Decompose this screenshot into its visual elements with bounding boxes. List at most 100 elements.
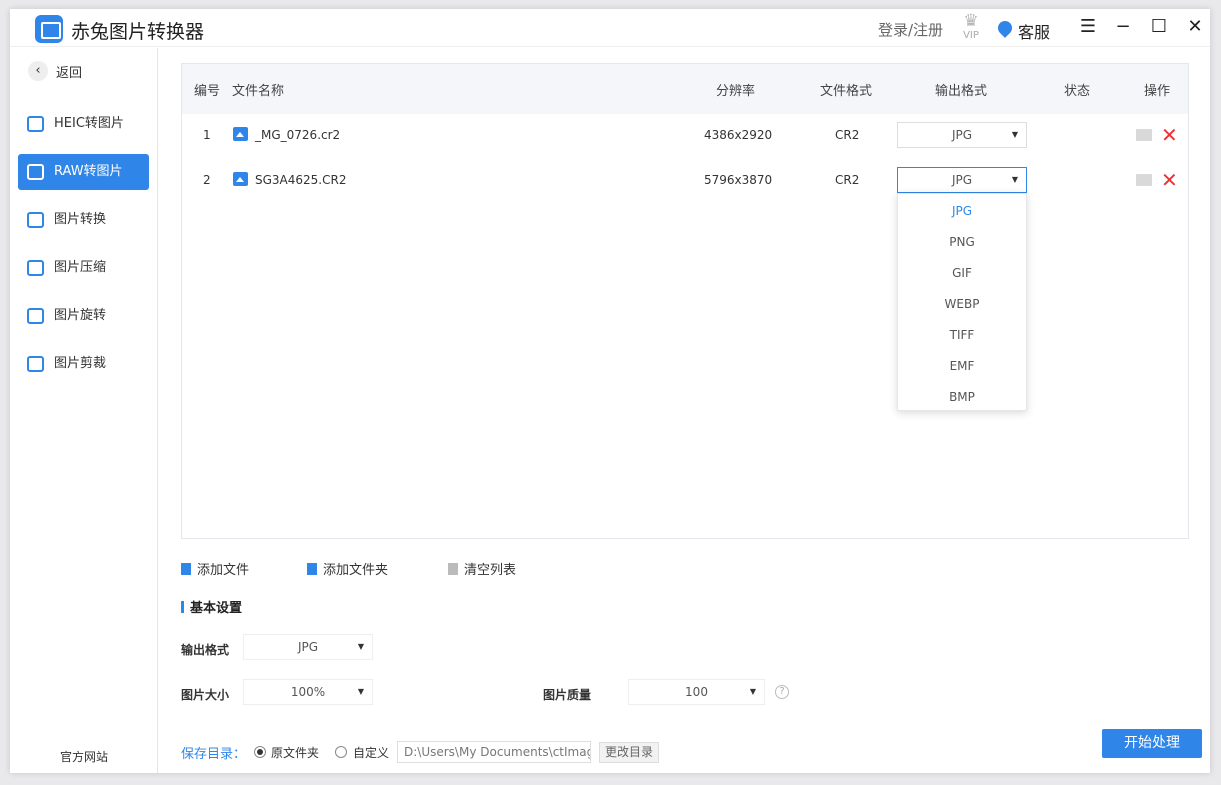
image-size-label: 图片大小: [181, 688, 230, 702]
dropdown-option-png[interactable]: PNG: [898, 227, 1026, 258]
select-value: 100%: [290, 685, 326, 699]
sidebar-item-crop[interactable]: 图片剪裁: [18, 346, 149, 382]
add-file-button[interactable]: 添加文件: [181, 559, 249, 579]
row-output-select[interactable]: JPG ▼: [897, 167, 1027, 193]
sidebar-item-compress[interactable]: 图片压缩: [18, 250, 149, 286]
row-resolution: 5796x3870: [704, 173, 773, 187]
image-convert-icon: [27, 212, 44, 228]
delete-icon[interactable]: ✕: [1161, 168, 1178, 192]
row-output-select[interactable]: JPG ▼: [897, 122, 1027, 148]
save-path-input[interactable]: D:\Users\My Documents\ctImageC: [397, 741, 591, 763]
add-folder-icon: [307, 563, 317, 575]
select-value: 100: [685, 685, 708, 699]
table-row[interactable]: 2 SG3A4625.CR2 5796x3870 CR2 JPG ▼ ✕: [182, 159, 1188, 203]
heic-icon: [27, 116, 44, 132]
image-quality-label: 图片质量: [543, 688, 592, 702]
compress-icon: [27, 260, 44, 276]
select-value: JPG: [951, 128, 973, 142]
clear-list-button[interactable]: 清空列表: [448, 559, 516, 579]
table-row[interactable]: 1 _MG_0726.cr2 4386x2920 CR2 JPG ▼ ✕: [182, 114, 1188, 158]
sidebar: ‹ 返回 HEIC转图片 RAW转图片 图片转换 图片压缩 图片旋转 图片剪裁 官…: [10, 48, 158, 773]
header-output: 输出格式: [935, 84, 988, 99]
back-button[interactable]: ‹ 返回: [28, 61, 82, 85]
row-filename: _MG_0726.cr2: [255, 128, 341, 142]
delete-icon[interactable]: ✕: [1161, 123, 1178, 147]
dropdown-option-gif[interactable]: GIF: [898, 258, 1026, 289]
image-quality-select[interactable]: 100 ▼: [628, 679, 765, 705]
vip-crown-icon[interactable]: ♛ VIP: [958, 13, 984, 42]
sidebar-item-label: 图片旋转: [54, 308, 107, 323]
sidebar-item-label: RAW转图片: [54, 164, 123, 179]
dropdown-option-jpg[interactable]: JPG: [898, 196, 1026, 227]
header-resolution: 分辨率: [716, 84, 756, 99]
broom-icon: [448, 563, 458, 575]
chevron-left-icon: ‹: [28, 61, 48, 81]
title-bar: 赤兔图片转换器 登录/注册 ♛ VIP 客服 ☰ − ☐ ✕: [10, 9, 1210, 47]
chevron-down-icon: ▼: [1011, 130, 1018, 139]
folder-icon[interactable]: [1136, 129, 1152, 141]
sidebar-item-label: 图片转换: [54, 212, 107, 227]
table-header: 编号 文件名称 分辨率 文件格式 输出格式 状态 操作: [182, 64, 1188, 114]
header-name: 文件名称: [232, 84, 285, 99]
radio-original-folder[interactable]: [254, 746, 266, 758]
back-label: 返回: [56, 65, 83, 81]
sidebar-item-heic[interactable]: HEIC转图片: [18, 106, 149, 142]
select-value: JPG: [297, 640, 319, 654]
close-icon[interactable]: ✕: [1183, 15, 1207, 39]
select-value: JPG: [951, 173, 973, 187]
save-dir-label: 保存目录：: [181, 747, 247, 762]
add-file-label: 添加文件: [197, 563, 250, 578]
dropdown-option-bmp[interactable]: BMP: [898, 382, 1026, 413]
image-file-icon: [233, 127, 248, 141]
app-window: 赤兔图片转换器 登录/注册 ♛ VIP 客服 ☰ − ☐ ✕ ‹ 返回 HEIC转图…: [10, 9, 1210, 773]
login-register-link[interactable]: 登录/注册: [878, 19, 943, 40]
image-size-select[interactable]: 100% ▼: [243, 679, 373, 705]
change-dir-button[interactable]: 更改目录: [599, 742, 659, 763]
sidebar-item-raw[interactable]: RAW转图片: [18, 154, 149, 190]
add-folder-label: 添加文件夹: [323, 563, 389, 578]
header-num: 编号: [194, 84, 221, 99]
folder-icon[interactable]: [1136, 174, 1152, 186]
output-format-select[interactable]: JPG ▼: [243, 634, 373, 660]
app-title: 赤兔图片转换器: [71, 21, 205, 43]
rotate-icon: [27, 308, 44, 324]
output-format-label: 输出格式: [181, 643, 230, 657]
row-num: 1: [203, 128, 211, 142]
official-website-link[interactable]: 官方网站: [10, 748, 158, 765]
original-folder-label[interactable]: 原文件夹: [271, 744, 319, 761]
crop-icon: [27, 356, 44, 372]
settings-title: 基本设置: [181, 597, 242, 616]
header-status: 状态: [1064, 84, 1091, 99]
row-filename: SG3A4625.CR2: [255, 173, 347, 187]
add-folder-button[interactable]: 添加文件夹: [307, 559, 388, 579]
menu-icon[interactable]: ☰: [1076, 15, 1100, 39]
header-format: 文件格式: [820, 84, 873, 99]
dropdown-option-tiff[interactable]: TIFF: [898, 320, 1026, 351]
chevron-down-icon: ▼: [357, 642, 364, 651]
row-resolution: 4386x2920: [704, 128, 773, 142]
add-file-icon: [181, 563, 191, 575]
help-icon[interactable]: ?: [775, 685, 789, 699]
row-format: CR2: [835, 173, 860, 187]
sidebar-item-label: 图片剪裁: [54, 356, 107, 371]
dropdown-option-emf[interactable]: EMF: [898, 351, 1026, 382]
header-ops: 操作: [1144, 84, 1171, 99]
sidebar-item-label: HEIC转图片: [54, 116, 124, 131]
output-format-dropdown: JPG PNG GIF WEBP TIFF EMF BMP: [897, 193, 1027, 411]
sidebar-item-convert[interactable]: 图片转换: [18, 202, 149, 238]
file-table: 编号 文件名称 分辨率 文件格式 输出格式 状态 操作 1 _MG_0726.c…: [181, 63, 1189, 539]
maximize-icon[interactable]: ☐: [1147, 15, 1171, 39]
chevron-down-icon: ▼: [357, 687, 364, 696]
radio-custom-folder[interactable]: [335, 746, 347, 758]
sidebar-item-rotate[interactable]: 图片旋转: [18, 298, 149, 334]
chevron-down-icon: ▼: [1011, 175, 1018, 184]
dropdown-option-webp[interactable]: WEBP: [898, 289, 1026, 320]
clear-list-label: 清空列表: [464, 563, 517, 578]
start-process-button[interactable]: 开始处理: [1102, 729, 1202, 758]
custom-folder-label[interactable]: 自定义: [353, 744, 389, 761]
minimize-icon[interactable]: −: [1111, 15, 1135, 39]
chevron-down-icon: ▼: [749, 687, 756, 696]
support-icon[interactable]: [995, 18, 1015, 38]
row-num: 2: [203, 173, 211, 187]
support-button[interactable]: 客服: [1018, 19, 1050, 43]
